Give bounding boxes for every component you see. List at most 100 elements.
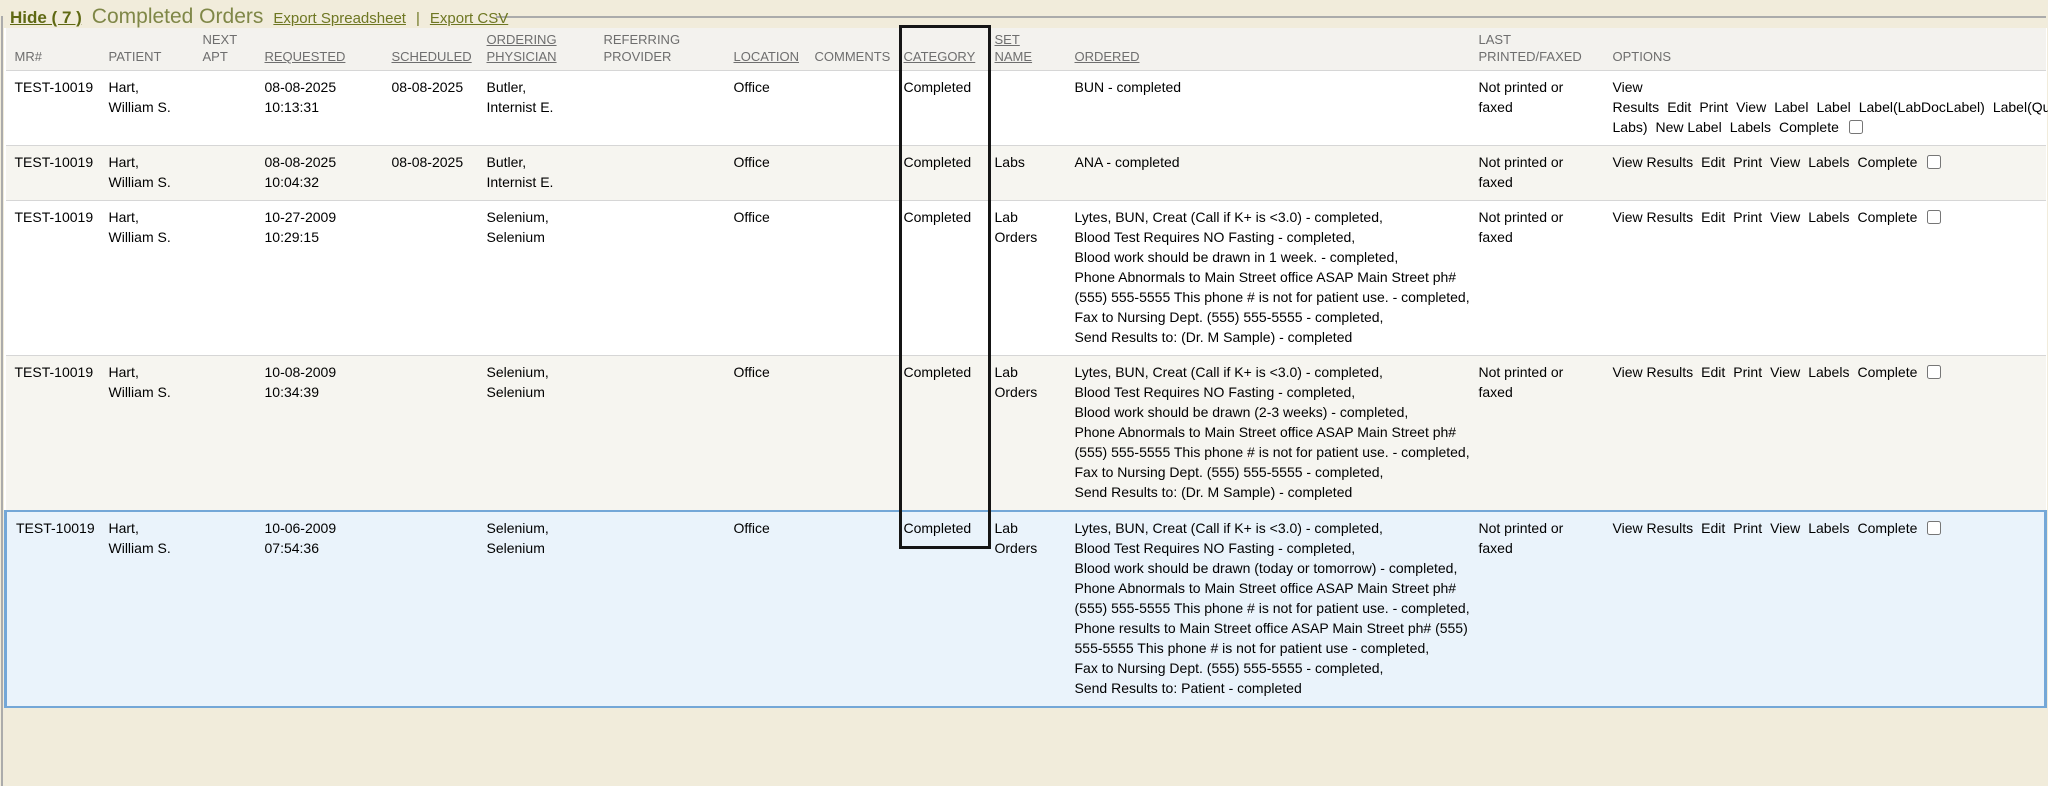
cell-comments (815, 511, 904, 707)
cell-ordered: BUN - completed (1075, 71, 1479, 146)
cell-patient: Hart, William S. (109, 146, 203, 201)
option-view-results[interactable]: View Results (1613, 520, 1694, 536)
cell-mr: TEST-10019 (6, 511, 109, 707)
option-labels[interactable]: Labels (1808, 209, 1849, 225)
option-view-results[interactable]: View Results (1613, 154, 1694, 170)
orders-table-body: TEST-10019Hart, William S.08-08-2025 10:… (6, 71, 2046, 708)
column-header-ordering-physician[interactable]: ORDERING PHYSICIAN (487, 28, 604, 71)
option-labels[interactable]: Labels (1808, 520, 1849, 536)
column-header-options: OPTIONS (1613, 28, 2046, 71)
option-view[interactable]: View (1770, 154, 1800, 170)
cell-set-name (995, 71, 1075, 146)
complete-checkbox[interactable] (1927, 365, 1941, 379)
option-label[interactable]: Label (1816, 99, 1850, 115)
cell-referring-provider (604, 201, 734, 356)
hide-link[interactable]: Hide ( 7 ) (10, 8, 82, 28)
cell-category: Completed (904, 511, 995, 707)
cell-last-printed-faxed: Not printed or faxed (1479, 356, 1613, 512)
complete-checkbox[interactable] (1927, 155, 1941, 169)
cell-comments (815, 356, 904, 512)
cell-scheduled: 08-08-2025 (392, 146, 487, 201)
cell-scheduled (392, 356, 487, 512)
option-edit[interactable]: Edit (1701, 209, 1725, 225)
orders-table: MR#PATIENTNEXT APTREQUESTEDSCHEDULEDORDE… (4, 28, 2047, 708)
option-labels[interactable]: Labels (1730, 119, 1771, 135)
column-header-set-name[interactable]: SET NAME (995, 28, 1075, 71)
cell-requested: 10-27-2009 10:29:15 (265, 201, 392, 356)
cell-patient: Hart, William S. (109, 201, 203, 356)
cell-mr: TEST-10019 (6, 71, 109, 146)
legend-divider: | (416, 10, 420, 27)
option-print[interactable]: Print (1733, 520, 1762, 536)
cell-set-name: Labs (995, 146, 1075, 201)
option-print[interactable]: Print (1699, 99, 1728, 115)
cell-mr: TEST-10019 (6, 201, 109, 356)
option-view[interactable]: View (1770, 209, 1800, 225)
cell-location: Office (734, 511, 815, 707)
cell-referring-provider (604, 146, 734, 201)
page-title: Completed Orders (92, 5, 264, 29)
option-complete[interactable]: Complete (1857, 364, 1917, 380)
option-print[interactable]: Print (1733, 154, 1762, 170)
cell-requested: 10-08-2009 10:34:39 (265, 356, 392, 512)
option-edit[interactable]: Edit (1701, 154, 1725, 170)
cell-patient: Hart, William S. (109, 511, 203, 707)
cell-next-apt (203, 71, 265, 146)
cell-options: View Results Edit Print View Labels Complete (1613, 201, 2046, 356)
cell-referring-provider (604, 511, 734, 707)
cell-location: Office (734, 201, 815, 356)
option-labels[interactable]: Labels (1808, 154, 1849, 170)
column-header-category[interactable]: CATEGORY (904, 28, 995, 71)
cell-next-apt (203, 511, 265, 707)
option-label[interactable]: Label (1774, 99, 1808, 115)
cell-set-name: Lab Orders (995, 201, 1075, 356)
option-edit[interactable]: Edit (1701, 520, 1725, 536)
option-view[interactable]: View (1770, 520, 1800, 536)
option-print[interactable]: Print (1733, 364, 1762, 380)
option-complete[interactable]: Complete (1857, 154, 1917, 170)
option-view-results[interactable]: View Results (1613, 209, 1694, 225)
option-view-results[interactable]: View Results (1613, 79, 1660, 115)
cell-location: Office (734, 146, 815, 201)
column-header-ordered[interactable]: ORDERED (1075, 28, 1479, 71)
cell-scheduled (392, 511, 487, 707)
cell-scheduled (392, 201, 487, 356)
option-new-label[interactable]: New Label (1656, 119, 1722, 135)
column-header-scheduled[interactable]: SCHEDULED (392, 28, 487, 71)
complete-checkbox[interactable] (1927, 210, 1941, 224)
option-label-labdoclabel[interactable]: Label(LabDocLabel) (1859, 99, 1985, 115)
option-complete[interactable]: Complete (1857, 209, 1917, 225)
column-header-comments: COMMENTS (815, 28, 904, 71)
cell-requested: 08-08-2025 10:04:32 (265, 146, 392, 201)
cell-requested: 08-08-2025 10:13:31 (265, 71, 392, 146)
option-edit[interactable]: Edit (1667, 99, 1691, 115)
column-header-next-apt: NEXT APT (203, 28, 265, 71)
option-complete[interactable]: Complete (1857, 520, 1917, 536)
export-spreadsheet-link[interactable]: Export Spreadsheet (273, 10, 406, 27)
option-view[interactable]: View (1736, 99, 1766, 115)
cell-options: View ResultsEditPrintViewLabelLabelLabel… (1613, 71, 2046, 146)
option-edit[interactable]: Edit (1701, 364, 1725, 380)
cell-comments (815, 146, 904, 201)
export-csv-link[interactable]: Export CSV (430, 10, 508, 27)
option-complete[interactable]: Complete (1779, 119, 1839, 135)
option-print[interactable]: Print (1733, 209, 1762, 225)
cell-referring-provider (604, 71, 734, 146)
cell-ordered: Lytes, BUN, Creat (Call if K+ is <3.0) -… (1075, 356, 1479, 512)
cell-options: View Results Edit Print View Labels Complete (1613, 511, 2046, 707)
column-header-location[interactable]: LOCATION (734, 28, 815, 71)
cell-category: Completed (904, 71, 995, 146)
cell-scheduled: 08-08-2025 (392, 71, 487, 146)
cell-ordering-physician: Butler, Internist E. (487, 146, 604, 201)
option-view[interactable]: View (1770, 364, 1800, 380)
cell-next-apt (203, 356, 265, 512)
column-header-patient: PATIENT (109, 28, 203, 71)
option-view-results[interactable]: View Results (1613, 364, 1694, 380)
column-header-requested[interactable]: REQUESTED (265, 28, 392, 71)
option-labels[interactable]: Labels (1808, 364, 1849, 380)
cell-category: Completed (904, 356, 995, 512)
cell-ordering-physician: Selenium, Selenium (487, 201, 604, 356)
table-row: TEST-10019Hart, William S.10-06-2009 07:… (6, 511, 2046, 707)
complete-checkbox[interactable] (1849, 120, 1863, 134)
complete-checkbox[interactable] (1927, 521, 1941, 535)
